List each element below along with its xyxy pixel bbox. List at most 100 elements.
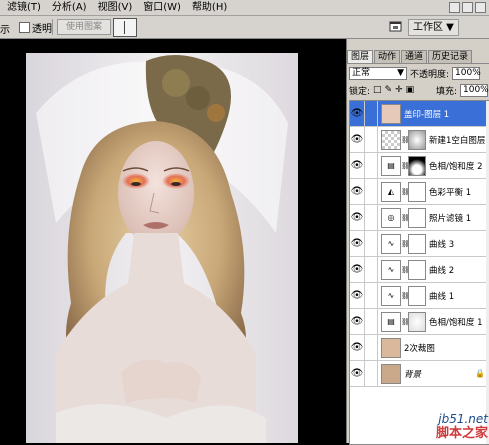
eye-icon[interactable]: 👁 <box>350 290 364 301</box>
chain-icon: ⛓ <box>401 213 410 222</box>
dock-icon[interactable] <box>388 19 404 34</box>
menu-view[interactable]: 视图(V) <box>93 0 139 15</box>
curves-icon: ∿ <box>381 233 401 254</box>
lock-all-icon[interactable]: ▣ <box>406 85 415 95</box>
watermark: jb51.net 脚本之家 <box>435 412 488 442</box>
layer-name: 色相/饱和度 2 <box>429 161 483 172</box>
eye-icon[interactable]: 👁 <box>350 212 364 223</box>
layer-name: 盖印-图层 1 <box>404 109 450 120</box>
layer-row[interactable]: 👁 盖印-图层 1 <box>350 101 489 127</box>
opacity-input[interactable]: 100% <box>452 66 481 80</box>
tab-channels[interactable]: 通道 <box>401 50 428 63</box>
opacity-label: 不透明度: <box>410 69 450 80</box>
eye-icon[interactable]: 👁 <box>350 108 364 119</box>
restore-icon[interactable] <box>462 2 473 13</box>
layer-name: 曲线 3 <box>429 239 455 250</box>
layer-row[interactable]: 👁 ◎ ⛓ 照片滤镜 1 <box>350 205 489 231</box>
tab-history[interactable]: 历史记录 <box>428 50 473 63</box>
curves-icon: ∿ <box>381 285 401 306</box>
link-slot <box>364 257 378 282</box>
chain-icon: ⛓ <box>401 265 410 274</box>
eye-icon[interactable]: 👁 <box>350 238 364 249</box>
lock-label: 锁定: <box>349 86 371 97</box>
layer-thumbnail <box>381 129 401 150</box>
fill-input[interactable]: 100% <box>460 83 489 97</box>
options-fragment: 示 <box>0 25 10 36</box>
transparency-label: 透明 <box>32 24 52 35</box>
eye-icon[interactable]: 👁 <box>350 160 364 171</box>
layer-row[interactable]: 👁 ▤ ⛓ 色相/饱和度 2 <box>350 153 489 179</box>
divider <box>52 19 53 35</box>
layer-mask-thumbnail <box>408 129 426 150</box>
window-controls <box>449 2 489 13</box>
use-pattern-button[interactable]: 使用图案 <box>57 19 111 35</box>
layer-mask-thumbnail <box>408 311 426 332</box>
layer-thumbnail <box>381 337 401 358</box>
watermark-brand: 脚本之家 <box>435 426 488 441</box>
fill-label: 填充: <box>435 86 457 97</box>
tab-actions[interactable]: 动作 <box>374 50 401 63</box>
document-canvas[interactable] <box>0 39 346 443</box>
link-slot <box>364 153 378 178</box>
layer-name: 曲线 2 <box>429 265 455 276</box>
layer-row[interactable]: 👁 背景 🔒 <box>350 361 489 387</box>
layer-row[interactable]: 👁 ∿ ⛓ 曲线 3 <box>350 231 489 257</box>
eye-icon[interactable]: 👁 <box>350 316 364 327</box>
lock-position-icon[interactable]: ✛ <box>395 85 403 95</box>
layer-row[interactable]: 👁 ⛓ 新建1空白图层 <box>350 127 489 153</box>
pattern-swatch-icon[interactable] <box>113 18 137 37</box>
link-slot <box>364 309 378 334</box>
layer-mask-thumbnail <box>408 259 426 280</box>
layer-name: 色相/饱和度 1 <box>429 317 483 328</box>
layer-row[interactable]: 👁 ∿ ⛓ 曲线 1 <box>350 283 489 309</box>
artwork-photo <box>26 53 298 443</box>
layer-row[interactable]: 👁 ▤ ⛓ 色相/饱和度 1 <box>350 309 489 335</box>
layer-row[interactable]: 👁 ∿ ⛓ 曲线 2 <box>350 257 489 283</box>
layer-mask-thumbnail <box>408 233 426 254</box>
tab-layers[interactable]: 图层 <box>347 50 374 63</box>
lock-image-icon[interactable]: ✎ <box>385 85 393 95</box>
chain-icon: ⛓ <box>401 291 410 300</box>
blend-mode-value: 正常 <box>352 67 371 78</box>
layer-name: 照片滤镜 1 <box>429 213 472 224</box>
layer-name: 2次裁图 <box>404 343 435 354</box>
eye-icon[interactable]: 👁 <box>350 134 364 145</box>
layers-panel: 图层 动作 通道 历史记录 正常 ▼ 不透明度: 100% 锁定: □ ✎ ✛ ▣… <box>346 39 489 445</box>
eye-icon[interactable]: 👁 <box>350 186 364 197</box>
lock-icon: 🔒 <box>475 369 485 378</box>
layer-row[interactable]: 👁 ◭ ⛓ 色彩平衡 1 <box>350 179 489 205</box>
eye-icon[interactable]: 👁 <box>350 264 364 275</box>
adjustment-icon: ▤ <box>381 155 401 176</box>
layer-name: 新建1空白图层 <box>429 135 486 146</box>
options-bar: 示 透明 使用图案 工作区 ▼ <box>0 16 489 39</box>
eye-icon[interactable]: 👁 <box>350 342 364 353</box>
lock-transparent-icon[interactable]: □ <box>373 85 382 95</box>
layer-row[interactable]: 👁 2次裁图 <box>350 335 489 361</box>
link-slot <box>364 283 378 308</box>
blend-mode-select[interactable]: 正常 ▼ <box>349 66 407 80</box>
curves-icon: ∿ <box>381 259 401 280</box>
layer-name: 色彩平衡 1 <box>429 187 472 198</box>
workspace-menu-button[interactable]: 工作区 ▼ <box>408 19 459 36</box>
menu-filter[interactable]: 滤镜(T) <box>0 0 47 15</box>
layer-name: 背景 <box>404 369 422 380</box>
lock-row: 锁定: □ ✎ ✛ ▣ 填充: 100% <box>349 83 489 97</box>
panel-tabs: 图层 动作 通道 历史记录 <box>347 50 489 64</box>
link-slot <box>364 179 378 204</box>
close-icon[interactable] <box>475 2 486 13</box>
checkbox-icon[interactable] <box>19 22 30 33</box>
watermark-domain: jb51.net <box>438 412 488 426</box>
link-slot <box>364 205 378 230</box>
chain-icon: ⛓ <box>401 317 410 326</box>
menu-analysis[interactable]: 分析(A) <box>47 0 93 15</box>
menu-window[interactable]: 窗口(W) <box>138 0 187 15</box>
chain-icon: ⛓ <box>401 239 410 248</box>
transparency-checkbox[interactable]: 透明 <box>19 20 52 35</box>
chain-icon: ⛓ <box>401 187 410 196</box>
color-balance-icon: ◭ <box>381 181 401 202</box>
link-slot <box>364 361 378 386</box>
menu-help[interactable]: 帮助(H) <box>187 0 233 15</box>
eye-icon[interactable]: 👁 <box>350 368 364 379</box>
layers-list: 👁 盖印-图层 1 👁 ⛓ 新建1空白图层 👁 ▤ ⛓ 色相/饱和度 2 👁 ◭… <box>349 100 489 445</box>
minimize-icon[interactable] <box>449 2 460 13</box>
